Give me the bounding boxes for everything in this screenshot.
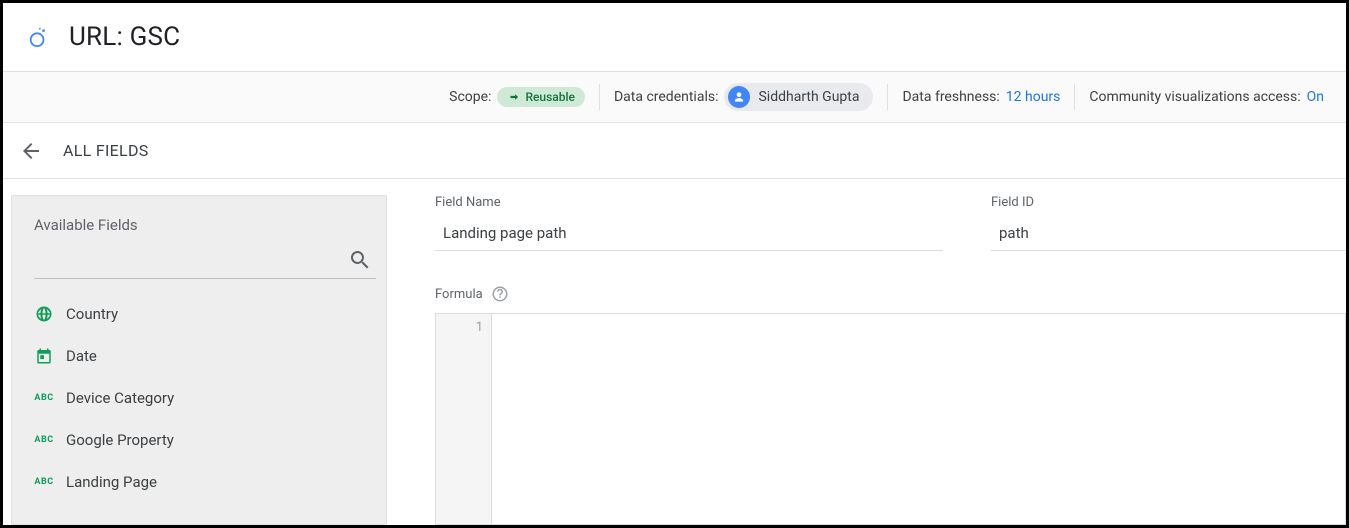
field-name-input[interactable]	[435, 220, 943, 251]
credentials-segment: Data credentials: Siddharth Gupta	[600, 83, 888, 111]
freshness-label: Data freshness:	[902, 89, 999, 105]
credentials-chip[interactable]: Siddharth Gupta	[724, 83, 873, 111]
field-label: Device Category	[66, 389, 174, 407]
back-button[interactable]	[15, 135, 47, 167]
avatar	[728, 86, 750, 108]
field-label: Landing Page	[66, 473, 157, 491]
field-id-label: Field ID	[991, 195, 1346, 210]
field-row-country[interactable]: Country	[34, 293, 376, 335]
globe-icon	[34, 305, 54, 323]
arrow-left-icon	[19, 139, 43, 163]
help-icon[interactable]	[491, 285, 509, 303]
formula-editor[interactable]: 1	[435, 313, 1346, 525]
viz-access-segment: Community visualizations access: On	[1075, 89, 1338, 105]
nav-all-fields-label[interactable]: ALL FIELDS	[63, 141, 149, 160]
field-row-date[interactable]: Date	[34, 335, 376, 377]
formula-label: Formula	[435, 287, 483, 302]
abc-icon: ABC	[34, 435, 54, 445]
search-input[interactable]	[38, 252, 348, 268]
scope-label: Scope:	[449, 89, 491, 105]
nav-row: ALL FIELDS	[3, 123, 1346, 179]
search-icon	[348, 248, 372, 272]
available-fields-search[interactable]	[34, 248, 376, 279]
calendar-icon	[34, 347, 54, 365]
field-row-device-category[interactable]: ABC Device Category	[34, 377, 376, 419]
field-label: Date	[66, 347, 97, 365]
page-title: URL: GSC	[69, 22, 180, 52]
field-editor-panel: Field Name Field ID Formula 1	[435, 195, 1346, 525]
formula-code-area[interactable]	[492, 314, 1345, 524]
available-fields-title: Available Fields	[34, 216, 376, 234]
header-bar: URL: GSC	[3, 3, 1346, 71]
scope-chip[interactable]: Reusable	[497, 87, 585, 107]
line-gutter: 1	[436, 314, 492, 524]
status-bar: Scope: Reusable Data credentials: Siddha…	[3, 71, 1346, 123]
freshness-value[interactable]: 12 hours	[1006, 89, 1061, 105]
abc-icon: ABC	[34, 393, 54, 403]
person-icon	[732, 90, 746, 104]
field-name-label: Field Name	[435, 195, 943, 210]
scope-chip-label: Reusable	[525, 90, 575, 104]
field-row-landing-page[interactable]: ABC Landing Page	[34, 461, 376, 503]
credentials-user: Siddharth Gupta	[758, 89, 859, 105]
credentials-label: Data credentials:	[614, 89, 719, 105]
field-label: Google Property	[66, 431, 174, 449]
viz-access-label: Community visualizations access:	[1089, 89, 1300, 105]
body-grid: Available Fields Country Date ABC Device…	[3, 179, 1346, 525]
field-label: Country	[66, 305, 118, 323]
datasource-logo-icon	[27, 26, 49, 48]
abc-icon: ABC	[34, 477, 54, 487]
available-fields-panel: Available Fields Country Date ABC Device…	[11, 195, 387, 525]
freshness-segment: Data freshness: 12 hours	[888, 89, 1074, 105]
line-number: 1	[444, 320, 483, 335]
field-row-google-property[interactable]: ABC Google Property	[34, 419, 376, 461]
reusable-icon	[507, 90, 521, 104]
viz-access-value[interactable]: On	[1307, 89, 1324, 105]
field-id-input[interactable]	[991, 220, 1346, 251]
scope-segment: Scope: Reusable	[435, 87, 599, 107]
